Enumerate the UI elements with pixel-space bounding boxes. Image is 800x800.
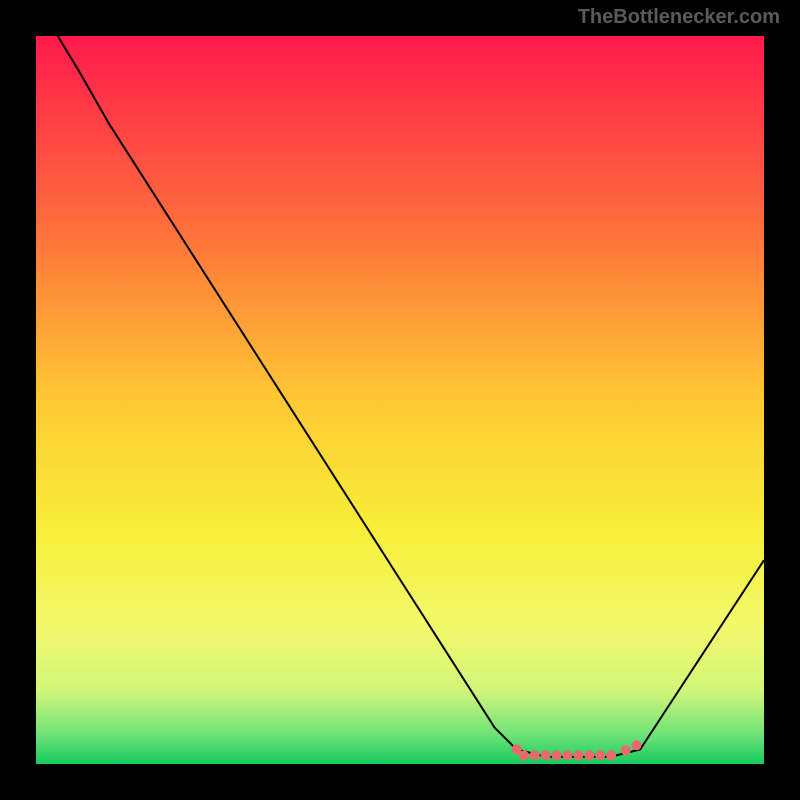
chart-area	[36, 36, 764, 764]
chart-svg	[36, 36, 764, 764]
watermark-text: TheBottlenecker.com	[578, 6, 780, 29]
chart-background	[36, 36, 764, 764]
